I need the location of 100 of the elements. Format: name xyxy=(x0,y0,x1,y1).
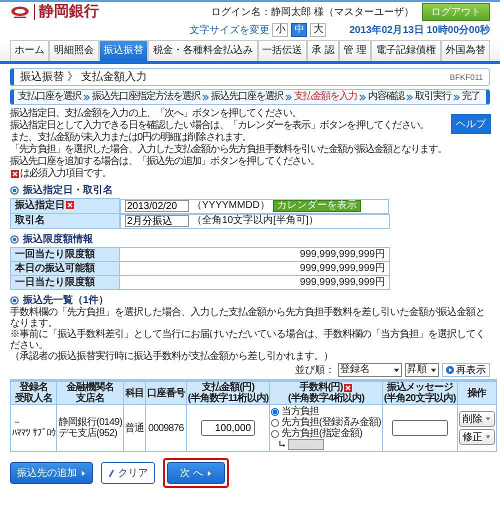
step-label: 取引実行 xyxy=(415,91,451,103)
required-icon xyxy=(11,170,19,178)
dropdown-arrow-icon xyxy=(484,434,491,440)
nav-tab[interactable]: ホーム xyxy=(10,40,50,61)
chevron-icon xyxy=(83,94,90,100)
note-text: 手数料欄の「先方負担」を選択した場合、入力した支払金額から先方負担手数料を差し引いた金額が振込金額となります。 xyxy=(10,307,486,329)
table-cell: 普通 xyxy=(125,422,144,434)
table-cell: ﾊﾏﾏﾂ ｻﾌﾞﾛｳ xyxy=(12,428,56,439)
instruction-text: 振込指定日として入力できる日を確認したい場合は、「カレンダーを表示」ボタンを押してください。 xyxy=(10,120,430,132)
date-time: 2013年02月13日 10時00分00秒 xyxy=(349,24,490,37)
table-cell: 0009876 xyxy=(148,422,184,434)
font-size-button[interactable]: 小 xyxy=(272,23,288,37)
required-note: は必須入力項目です。 xyxy=(20,168,112,180)
nav-tab[interactable]: 明細照会 xyxy=(49,40,99,61)
section-title: 振込指定日・取引名 xyxy=(23,184,113,197)
limit-value: 999,999,999,999円 xyxy=(120,248,390,262)
field-label: 振込指定日 xyxy=(15,200,65,211)
font-size-button[interactable]: 中 xyxy=(291,23,308,37)
nav-tab[interactable]: 振込振替 xyxy=(98,40,148,61)
refresh-button[interactable]: 再表示 xyxy=(442,363,490,377)
column-header: 操作 xyxy=(467,388,486,398)
field-label: 取引名 xyxy=(15,215,45,226)
field-hint: （YYYYMMDD） xyxy=(192,200,270,212)
step-label: 完了 xyxy=(462,91,480,103)
nav-tab[interactable]: 一括伝送 xyxy=(258,40,307,61)
radio-button[interactable] xyxy=(271,408,280,416)
nav-tab[interactable]: 税金・各種料金払込み xyxy=(148,40,258,61)
column-header: 口座番号 xyxy=(147,388,185,398)
message-field[interactable] xyxy=(392,420,448,436)
table-cell-text: デモ支店(952) xyxy=(58,428,118,439)
column-header: (半角数字11桁以内) xyxy=(188,393,268,404)
help-button[interactable]: ヘルプ xyxy=(450,114,491,134)
nav-tab[interactable]: 管 理 xyxy=(339,40,372,61)
chevron-icon xyxy=(285,94,292,100)
step-label: 支払金額を入力 xyxy=(294,91,357,103)
radio-button[interactable] xyxy=(271,430,280,438)
nav-tab[interactable]: 電子記録債権 xyxy=(371,40,441,61)
step-label: 振込先口座を選択 xyxy=(211,91,283,103)
instruction-text: 振込先口座を追加する場合は、「振込先の追加」ボタンを押してください。 xyxy=(10,156,320,168)
input-field[interactable]: 2013/02/20 xyxy=(125,200,189,212)
right-arrow-icon xyxy=(206,470,212,476)
column-header: 受取人名 xyxy=(14,393,52,404)
note-text: ※事前に「振込手数料差引」として当行にお届けいただいている場合は、手数料欄の「当方負担」を選択してください。 xyxy=(10,329,486,351)
sort-label: 並び順： xyxy=(295,364,335,377)
sort-dropdown[interactable]: 登録名 xyxy=(338,363,402,377)
column-header: 支店名 xyxy=(76,393,104,404)
nav-tab[interactable]: 外国為替 xyxy=(440,40,490,61)
turn-arrow-icon xyxy=(279,441,286,448)
required-icon xyxy=(344,384,352,392)
radio-label[interactable]: 先方負担(指定金額) xyxy=(281,428,362,439)
screen-id: BFKF011 xyxy=(450,72,483,82)
clear-button[interactable]: クリア xyxy=(101,462,155,484)
bullet-icon xyxy=(10,235,19,244)
section-title: 振込先一覧（1件） xyxy=(23,294,109,306)
step-label: 振込先口座指定方法を選択 xyxy=(92,91,200,103)
instruction-text: 振込指定日、支払金額を入力の上、「次へ」ボタンを押してください。 xyxy=(10,108,302,120)
limit-value: 999,999,999,999円 xyxy=(120,276,390,290)
font-size-label: 文字サイズを変更 xyxy=(189,24,270,37)
column-header: (半角20文字以内) xyxy=(384,393,456,404)
action-button[interactable]: 修正 xyxy=(458,429,495,445)
add-payee-button[interactable]: 振込先の追加 xyxy=(10,462,93,484)
dropdown-arrow-icon xyxy=(484,416,491,422)
action-button[interactable]: 削除 xyxy=(458,411,495,427)
chevron-icon xyxy=(359,94,366,100)
nav-tab[interactable]: 承 認 xyxy=(306,40,340,61)
pen-icon xyxy=(108,468,114,478)
radio-label[interactable]: 当方負担 xyxy=(281,406,320,417)
limit-label: 本日の振込可能額 xyxy=(15,262,95,274)
column-header: (半角数字4桁以内) xyxy=(288,393,364,404)
sort-dropdown[interactable]: 昇順 xyxy=(405,363,439,377)
logo-icon xyxy=(10,5,30,19)
input-field[interactable]: 2月分振込 xyxy=(125,215,189,227)
column-header: 支払金額(円) xyxy=(202,382,254,393)
amount-field[interactable]: 100,000 xyxy=(201,420,256,436)
bank-logo: 静岡銀行 xyxy=(34,4,99,20)
limit-label: 一日当たり限度額 xyxy=(15,276,95,288)
limit-label: 一回当たり限度額 xyxy=(15,248,95,260)
chevron-icon xyxy=(202,94,209,100)
instruction-text: 「先方負担」を選択した場合、入力した支払金額から先方負担手数料を引いた金額が振込金額となります。 xyxy=(10,144,447,156)
chevron-icon xyxy=(406,94,413,100)
column-header: 振込メッセージ xyxy=(386,382,453,393)
table-cell: 静岡銀行(0149) xyxy=(58,417,122,428)
column-header: 手数料(円) xyxy=(300,382,343,393)
bullet-icon xyxy=(10,186,19,195)
step-label: 支払口座を選択 xyxy=(18,91,81,103)
dropdown-arrow-icon xyxy=(393,366,400,374)
login-name: ログイン名：静岡太郎 様（マスターユーザ） xyxy=(211,6,414,19)
limit-value: 999,999,999,999円 xyxy=(120,262,390,276)
play-icon xyxy=(446,366,454,374)
page-title: 振込振替 》 支払金額入力 xyxy=(20,70,148,84)
right-arrow-icon xyxy=(81,470,86,476)
font-size-button[interactable]: 大 xyxy=(310,23,326,37)
instruction-text: また、支払金額が未入力または0円の明細は削除されます。 xyxy=(10,132,252,144)
radio-label[interactable]: 先方負担(登録済み金額) xyxy=(281,417,381,428)
required-icon xyxy=(66,201,74,210)
next-button[interactable]: 次 へ xyxy=(167,462,225,484)
section-title: 振込限度額情報 xyxy=(23,233,93,246)
radio-button[interactable] xyxy=(271,418,280,426)
bullet-icon xyxy=(10,296,19,305)
column-header: 金融機関名 xyxy=(66,382,114,393)
